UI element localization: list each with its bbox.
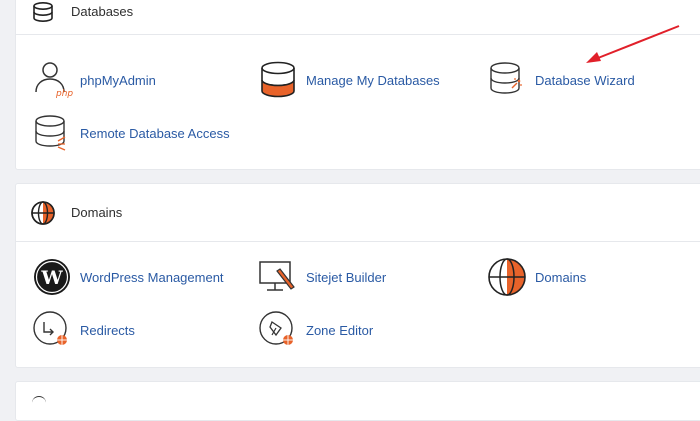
- panel-title: Databases: [71, 4, 134, 19]
- databases-panel: Databases php phpMyAdmin Manage My Datab…: [15, 0, 700, 170]
- domains-link[interactable]: Domains: [485, 255, 586, 299]
- wordpress-management-link[interactable]: W WordPress Management: [30, 255, 224, 299]
- item-label: Sitejet Builder: [306, 269, 387, 285]
- domains-header[interactable]: Domains: [16, 184, 700, 242]
- svg-text:W: W: [40, 267, 63, 289]
- item-label: Manage My Databases: [306, 72, 440, 88]
- database-icon: [29, 0, 57, 26]
- globe-icon: [29, 199, 57, 227]
- next-panel-icon: [32, 396, 46, 405]
- item-label: WordPress Management: [80, 269, 224, 285]
- phpmyadmin-icon: php: [30, 58, 74, 102]
- item-label: Remote Database Access: [80, 125, 230, 141]
- sitejet-icon: [256, 255, 300, 299]
- item-label: Domains: [535, 269, 587, 285]
- zone-editor-link[interactable]: Zone Editor: [256, 308, 373, 352]
- remote-database-access-link[interactable]: Remote Database Access: [30, 111, 230, 155]
- panel-title: Domains: [71, 205, 123, 220]
- phpmyadmin-link[interactable]: php phpMyAdmin: [30, 58, 156, 102]
- zone-editor-icon: [256, 308, 300, 352]
- database-orange-icon: [256, 58, 300, 102]
- sitejet-builder-link[interactable]: Sitejet Builder: [256, 255, 386, 299]
- redirect-icon: [30, 308, 74, 352]
- item-label: Redirects: [80, 322, 135, 338]
- domains-panel: Domains W WordPress Management Sitejet B…: [15, 183, 700, 368]
- wordpress-icon: W: [30, 255, 74, 299]
- item-label: Zone Editor: [306, 322, 374, 338]
- item-label: phpMyAdmin: [80, 72, 156, 88]
- globe-icon: [485, 255, 529, 299]
- redirects-link[interactable]: Redirects: [30, 308, 135, 352]
- svg-text:php: php: [55, 89, 73, 99]
- database-wizard-link[interactable]: Database Wizard: [485, 58, 635, 102]
- databases-header[interactable]: Databases: [16, 0, 700, 35]
- database-wizard-icon: [485, 58, 529, 102]
- remote-database-icon: [30, 111, 74, 155]
- item-label: Database Wizard: [535, 72, 635, 88]
- next-panel: [15, 381, 700, 421]
- manage-my-databases-link[interactable]: Manage My Databases: [256, 58, 440, 102]
